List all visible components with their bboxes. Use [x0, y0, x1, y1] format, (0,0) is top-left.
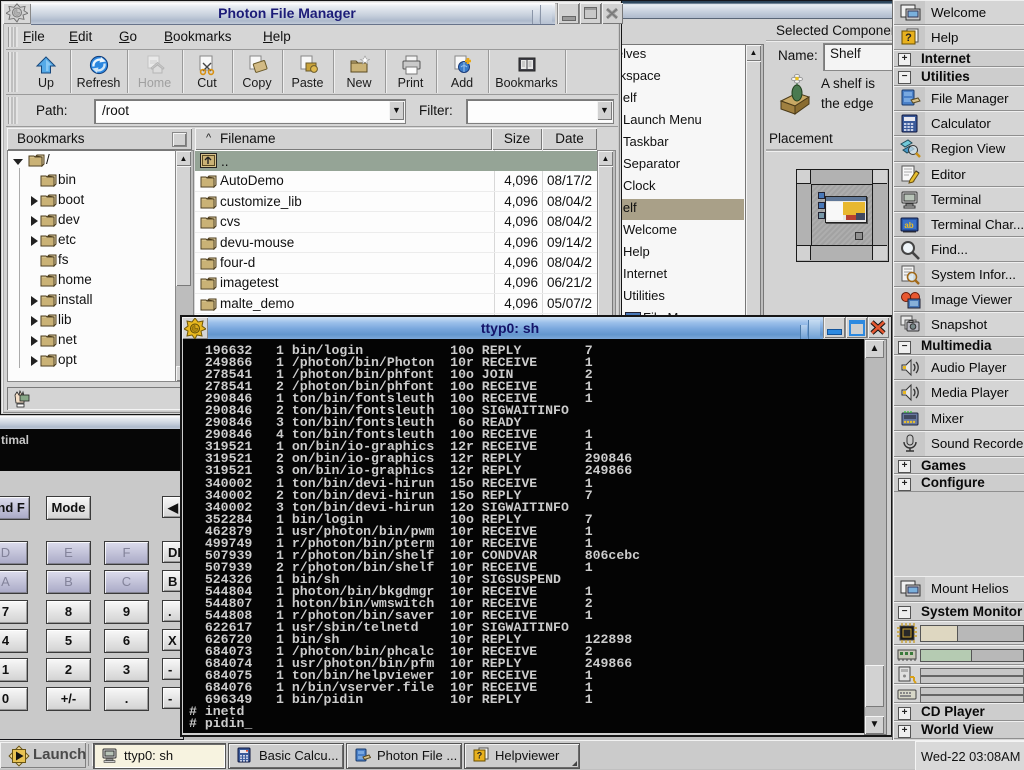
svg-text:?: ? — [905, 32, 912, 44]
svg-text:ab: ab — [904, 221, 913, 230]
svg-text:?: ? — [477, 751, 483, 761]
